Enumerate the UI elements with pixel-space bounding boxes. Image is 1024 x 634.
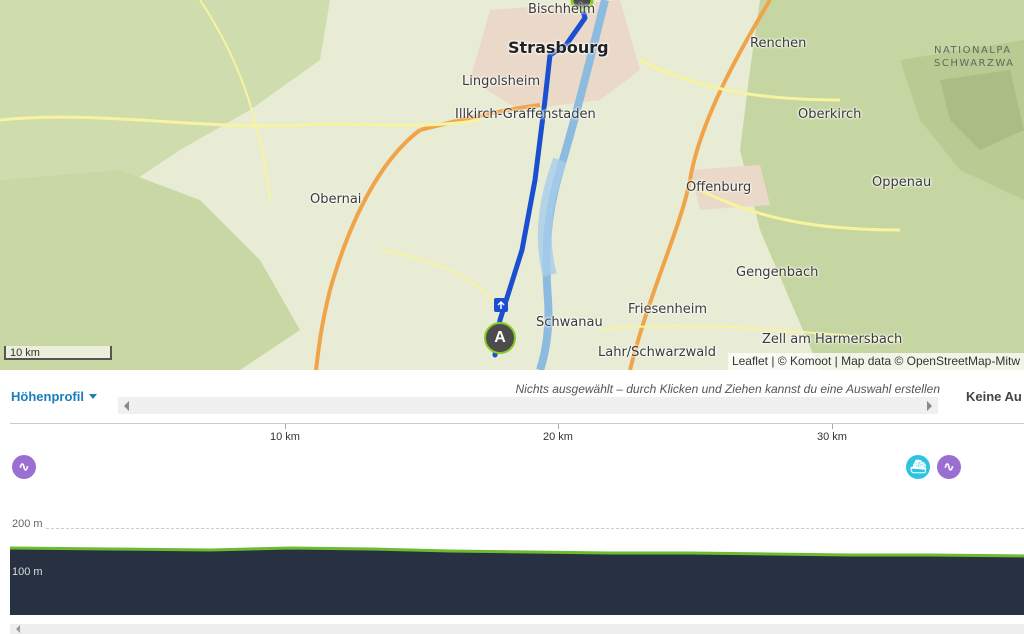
park-label-line: SCHWARZWA xyxy=(934,58,1015,69)
ferry-icon[interactable]: ⛴ xyxy=(906,455,930,479)
place-label: Illkirch-Graffenstaden xyxy=(455,107,596,122)
elevation-profile-panel: Höhenprofil Nichts ausgewählt – durch Kl… xyxy=(0,370,1024,634)
distance-axis xyxy=(10,423,1024,424)
bottom-scrollbar[interactable] xyxy=(10,624,1024,634)
profile-type-label: Höhenprofil xyxy=(11,389,84,404)
axis-tick xyxy=(285,424,286,429)
cycling-icon[interactable]: ∿ xyxy=(937,455,961,479)
place-label: Oppenau xyxy=(872,175,932,190)
scroll-left-icon[interactable] xyxy=(16,625,20,633)
scroll-right-icon[interactable] xyxy=(927,401,932,411)
map-attribution: Leaflet | © Komoot | Map data © OpenStre… xyxy=(727,353,1024,370)
place-label: Renchen xyxy=(750,36,807,51)
park-label-line: NATIONALPA xyxy=(934,45,1012,56)
map-view[interactable]: Bischheim Strasbourg Renchen Lingolsheim… xyxy=(0,0,1024,370)
cycling-icon[interactable]: ∿ xyxy=(12,455,36,479)
place-label: Lahr/Schwarzwald xyxy=(598,345,717,360)
place-label: Zell am Harmersbach xyxy=(762,332,903,347)
place-label: Offenburg xyxy=(686,180,752,195)
caret-down-icon xyxy=(88,394,97,399)
axis-tick xyxy=(832,424,833,429)
place-label: Strasbourg xyxy=(508,38,609,57)
place-label: Lingolsheim xyxy=(462,74,541,89)
elevation-chart[interactable] xyxy=(10,540,1024,615)
profile-type-dropdown[interactable]: Höhenprofil xyxy=(11,389,97,404)
place-label: Obernai xyxy=(310,192,362,207)
distance-tick-label: 30 km xyxy=(817,431,847,443)
axis-tick xyxy=(558,424,559,429)
place-label: Gengenbach xyxy=(736,265,819,280)
elevation-area xyxy=(10,548,1024,615)
place-label: Bischheim xyxy=(528,2,596,17)
place-label: Schwanau xyxy=(536,315,603,330)
scroll-left-icon[interactable] xyxy=(124,401,129,411)
elevation-tick-label: 100 m xyxy=(12,566,43,578)
gridline-200m xyxy=(46,528,1024,529)
profile-scrollbar[interactable] xyxy=(118,397,938,414)
map-scale: 10 km xyxy=(4,346,112,360)
distance-tick-label: 20 km xyxy=(543,431,573,443)
start-marker[interactable]: A xyxy=(484,322,516,354)
distance-tick-label: 10 km xyxy=(270,431,300,443)
place-label: Friesenheim xyxy=(628,302,708,317)
selection-hint: Nichts ausgewählt – durch Klicken und Zi… xyxy=(515,382,940,396)
place-label: Oberkirch xyxy=(798,107,862,122)
selection-summary: Keine Au xyxy=(966,389,1022,404)
elevation-tick-label: 200 m xyxy=(12,518,43,530)
park-label: NATIONALPA SCHWARZWA xyxy=(934,44,1015,70)
